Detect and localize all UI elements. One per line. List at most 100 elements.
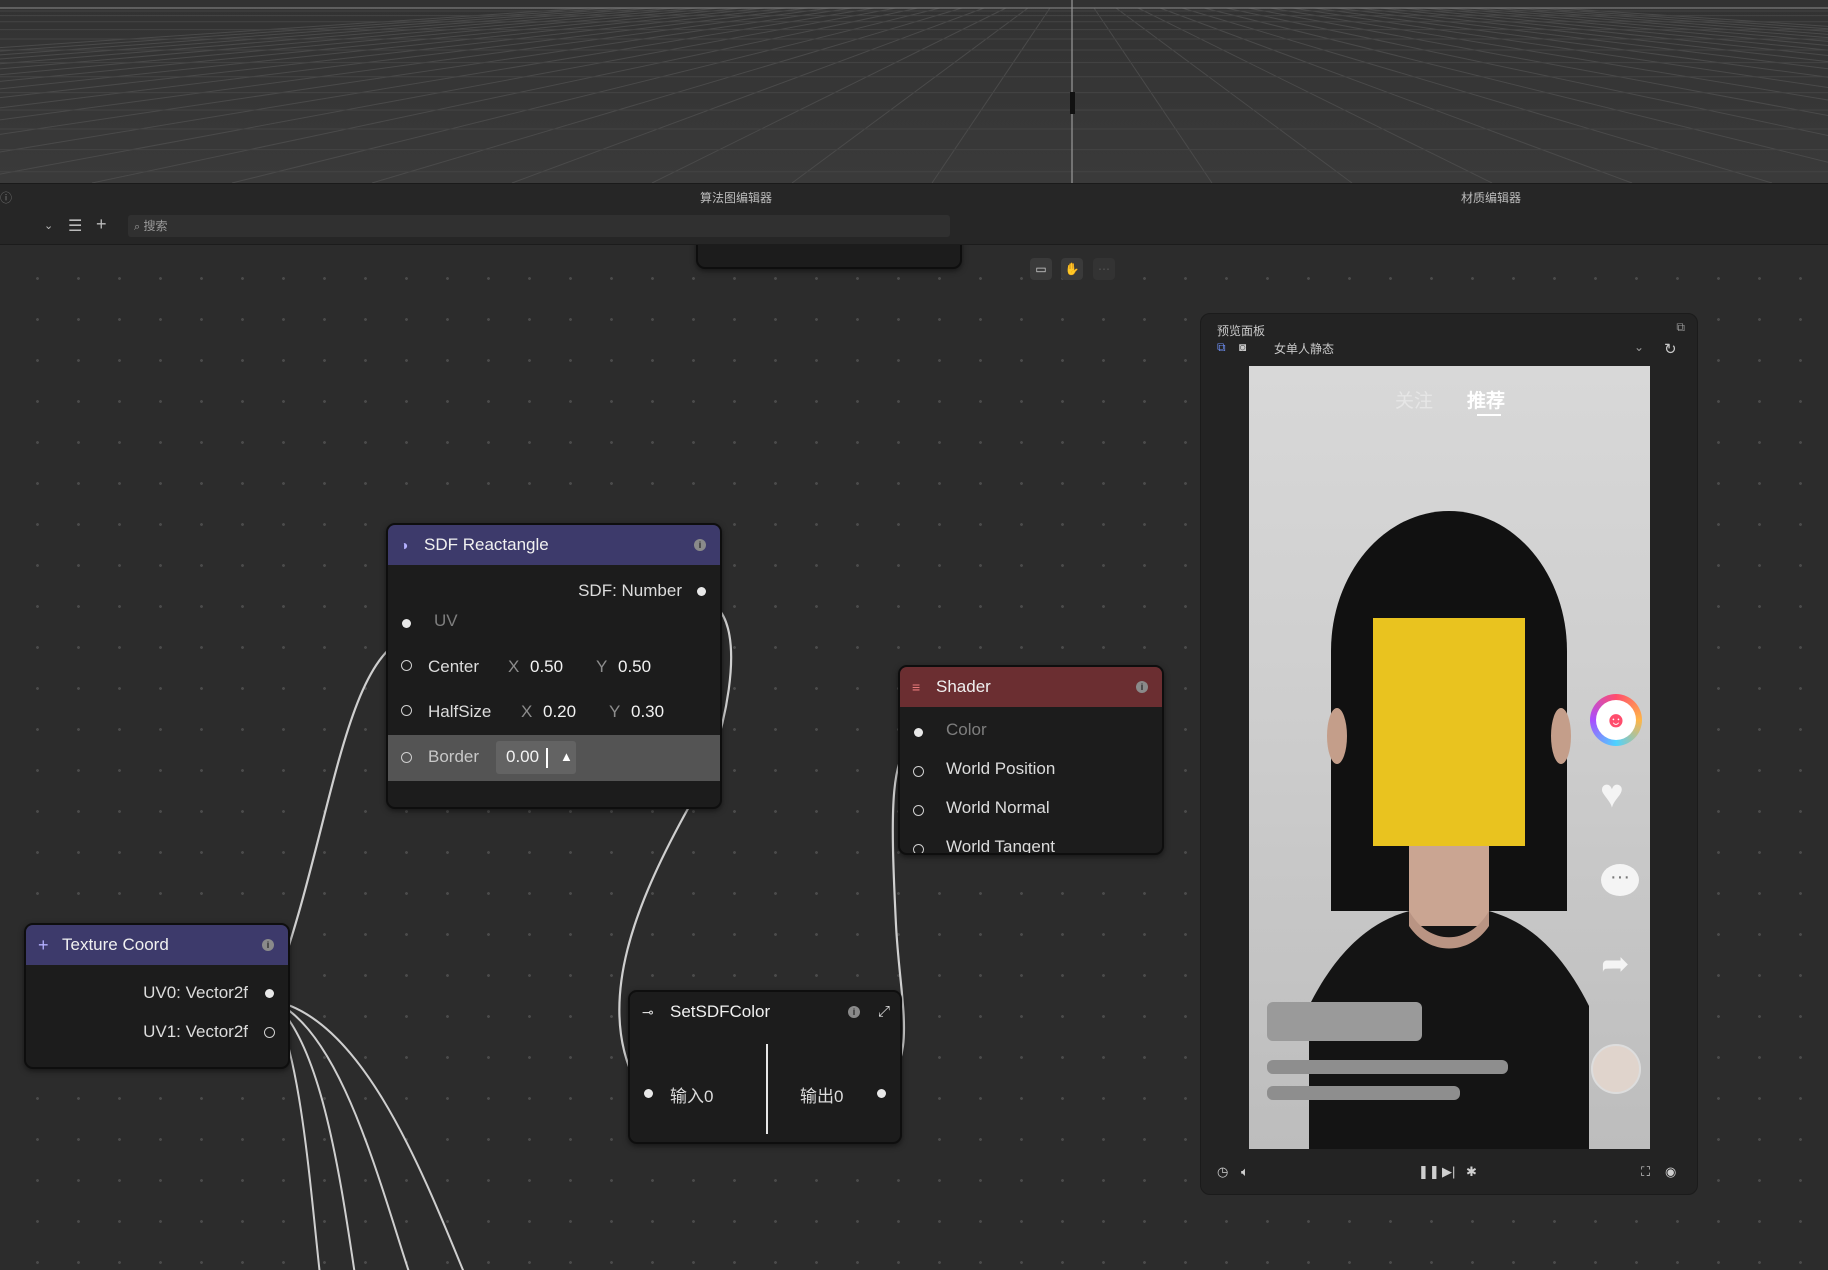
shader-node[interactable]: ≡ Shader i Color World Position World No… bbox=[898, 665, 1164, 855]
info-icon[interactable]: i bbox=[848, 1006, 860, 1018]
halfsize-y-field[interactable]: 0.30 bbox=[631, 702, 664, 722]
comment-icon[interactable]: ··· bbox=[1601, 864, 1639, 896]
picture-in-picture-icon[interactable]: ▭ bbox=[1030, 258, 1052, 280]
maximize-icon[interactable]: ⧉ bbox=[1676, 320, 1685, 335]
uv0-output-pin[interactable] bbox=[265, 989, 274, 998]
set-sdf-color-node[interactable]: ⊸ SetSDFColor i ⤢ 输入0 输出0 bbox=[628, 990, 902, 1144]
tab-indicator bbox=[1477, 414, 1501, 416]
grid-line bbox=[791, 7, 1029, 183]
center-y-label: Y bbox=[596, 657, 608, 676]
info-icon: ⓘ bbox=[0, 191, 13, 205]
uv1-output-pin[interactable] bbox=[264, 1027, 275, 1038]
texture-coord-node[interactable]: + Texture Coord i UV0: Vector2f UV1: Vec… bbox=[24, 923, 290, 1069]
next-frame-icon[interactable]: ▶| bbox=[1442, 1164, 1455, 1180]
text-caret bbox=[546, 748, 548, 768]
pause-icon[interactable]: ❚❚ bbox=[1418, 1164, 1440, 1180]
world-tangent-pin[interactable] bbox=[913, 844, 924, 853]
list-icon[interactable]: ☰ bbox=[68, 216, 82, 236]
viewport-grid bbox=[0, 0, 1828, 183]
grid-line bbox=[0, 7, 589, 49]
border-input-pin[interactable] bbox=[401, 752, 412, 763]
graph-toolbar: ⌄ ☰ + ⌕ 搜索 bbox=[0, 208, 1828, 245]
caption-placeholder-2 bbox=[1267, 1086, 1460, 1100]
grid-line bbox=[0, 7, 809, 109]
3d-viewport[interactable] bbox=[0, 0, 1828, 183]
effect-icon[interactable]: ☻ bbox=[1590, 694, 1642, 746]
output0-pin[interactable] bbox=[877, 1089, 886, 1098]
grid-line bbox=[1467, 7, 1828, 39]
center-x-label: X bbox=[508, 657, 520, 676]
hand-tool-icon[interactable]: ✋ bbox=[1061, 258, 1083, 280]
avatar[interactable] bbox=[1591, 1044, 1641, 1094]
info-icon[interactable]: i bbox=[262, 939, 274, 951]
input0-label: 输入0 bbox=[670, 1087, 714, 1106]
center-x-field[interactable]: 0.50 bbox=[530, 657, 563, 677]
share-icon[interactable]: ➦ bbox=[1601, 944, 1630, 984]
preview-panel-title: 预览面板 bbox=[1217, 324, 1266, 338]
info-icon[interactable]: i bbox=[1136, 681, 1148, 693]
tab-recommend[interactable]: 推荐 bbox=[1467, 386, 1505, 413]
color-input-pin[interactable] bbox=[914, 728, 923, 737]
tab-follow[interactable]: 关注 bbox=[1395, 386, 1433, 413]
timer-icon[interactable]: ◷ bbox=[1217, 1164, 1228, 1180]
texture-coord-node-header[interactable]: + Texture Coord i bbox=[26, 925, 288, 965]
shader-input-world-normal: World Normal bbox=[946, 798, 1050, 817]
phone-preview[interactable]: 关注 推荐 ☻ ♥ ··· ➦ bbox=[1249, 366, 1650, 1149]
camera-icon[interactable]: ◙ bbox=[1239, 340, 1246, 354]
like-heart-icon[interactable]: ♥ bbox=[1600, 772, 1624, 817]
border-value: 0.00 bbox=[506, 747, 540, 766]
sdf-rectangle-title: SDF Reactangle bbox=[424, 535, 549, 554]
center-y-field[interactable]: 0.50 bbox=[618, 657, 651, 677]
grid-line bbox=[231, 7, 941, 183]
chevron-down-icon[interactable]: ⌄ bbox=[1634, 340, 1644, 354]
center-input-pin[interactable] bbox=[401, 660, 412, 671]
grid-line bbox=[1181, 7, 1773, 183]
grid-line bbox=[1489, 7, 1828, 35]
mouse-cursor-icon: ▲ bbox=[560, 749, 573, 764]
uv-input-pin[interactable] bbox=[402, 619, 411, 628]
grid-line bbox=[0, 7, 765, 90]
sdf-rectangle-node[interactable]: ◑ SDF Reactangle i SDF: Number UV Center… bbox=[386, 523, 722, 809]
record-icon[interactable]: ◉ bbox=[1665, 1164, 1676, 1180]
refresh-icon[interactable]: ↻ bbox=[1664, 340, 1677, 358]
shader-node-header[interactable]: ≡ Shader i bbox=[900, 667, 1162, 707]
world-normal-pin[interactable] bbox=[913, 805, 924, 816]
grid-line bbox=[1159, 7, 1633, 183]
debug-icon[interactable]: ✱ bbox=[1466, 1164, 1477, 1180]
chevron-down-icon[interactable]: ⌄ bbox=[44, 219, 53, 232]
grid-line bbox=[91, 7, 919, 183]
wire-uv0-out-d bbox=[269, 999, 465, 1270]
grid-line bbox=[1203, 7, 1828, 163]
graph-node-icon: ⊸ bbox=[642, 1004, 654, 1020]
sdf-rectangle-overlay bbox=[1373, 618, 1525, 846]
set-sdf-color-node-header[interactable]: ⊸ SetSDFColor i ⤢ bbox=[630, 992, 900, 1032]
shader-input-world-position: World Position bbox=[946, 759, 1056, 778]
fullscreen-icon[interactable]: ⛶ bbox=[1641, 1164, 1650, 1180]
halfsize-input-pin[interactable] bbox=[401, 705, 412, 716]
preview-playback-bar: ◷ 🔈︎ ❚❚ ▶| ✱ ⛶ ◉ bbox=[1201, 1150, 1697, 1194]
partial-node-top[interactable] bbox=[696, 245, 962, 269]
halfsize-y-label: Y bbox=[609, 702, 621, 721]
input0-pin[interactable] bbox=[644, 1089, 653, 1098]
minimap-icon[interactable]: ⋯ bbox=[1093, 258, 1115, 280]
search-input[interactable]: ⌕ 搜索 bbox=[128, 215, 950, 237]
texture-coord-title: Texture Coord bbox=[62, 935, 169, 954]
sdf-rectangle-node-header[interactable]: ◑ SDF Reactangle i bbox=[388, 525, 720, 565]
grid-line bbox=[1379, 7, 1828, 56]
border-row-highlight[interactable]: Border 0.00 ▲ bbox=[388, 735, 720, 781]
search-placeholder: 搜索 bbox=[143, 219, 168, 233]
plus-icon[interactable]: + bbox=[96, 214, 107, 235]
expand-icon[interactable]: ⤢ bbox=[878, 992, 890, 1032]
username-placeholder bbox=[1267, 1002, 1422, 1041]
sdf-output-pin[interactable] bbox=[697, 587, 706, 596]
grid-line bbox=[1335, 7, 1828, 70]
volume-icon[interactable]: 🔈︎ bbox=[1241, 1164, 1249, 1180]
grid-line bbox=[371, 7, 963, 183]
tab-algorithm-editor[interactable]: 算法图编辑器 bbox=[700, 189, 772, 206]
tab-material-editor[interactable]: 材质编辑器 bbox=[1461, 189, 1521, 206]
scene-select[interactable]: 女单人静态 bbox=[1274, 340, 1334, 357]
halfsize-x-field[interactable]: 0.20 bbox=[543, 702, 576, 722]
world-position-pin[interactable] bbox=[913, 766, 924, 777]
layout-icon[interactable]: ⧉ bbox=[1217, 340, 1226, 355]
info-icon[interactable]: i bbox=[694, 539, 706, 551]
